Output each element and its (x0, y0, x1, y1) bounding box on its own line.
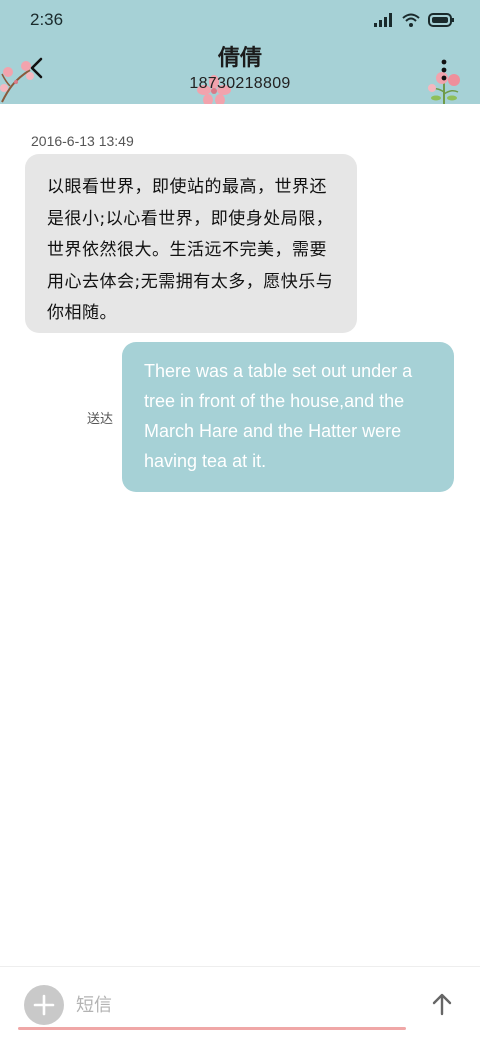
attach-button[interactable] (24, 985, 64, 1025)
outgoing-message-bubble[interactable]: There was a table set out under a tree i… (122, 342, 454, 492)
send-arrow-up-icon (432, 993, 452, 1016)
contact-title: 倩倩 18730218809 (0, 44, 480, 94)
incoming-message-bubble[interactable]: 以眼看世界，即使站的最高，世界还是很小;以心看世界，即使身处局限，世界依然很大。… (25, 154, 357, 333)
message-list[interactable]: 2016-6-13 13:49 以眼看世界，即使站的最高，世界还是很小;以心看世… (0, 104, 480, 966)
wifi-icon (402, 13, 420, 27)
signal-icon (374, 13, 392, 27)
send-button[interactable] (428, 991, 456, 1019)
contact-phone: 18730218809 (189, 75, 291, 92)
input-underline (18, 1027, 406, 1030)
message-input[interactable] (76, 989, 396, 1021)
status-time: 2:36 (30, 10, 64, 29)
outgoing-message-text: There was a table set out under a tree i… (144, 361, 413, 471)
incoming-message-text: 以眼看世界，即使站的最高，世界还是很小;以心看世界，即使身处局限，世界依然很大。… (47, 177, 334, 323)
more-options-button[interactable] (436, 58, 452, 88)
delivery-status: 送达 (87, 412, 114, 427)
status-bar: 2:36 (0, 0, 480, 40)
message-composer (0, 966, 480, 1040)
messaging-screen: 2:36 倩倩 18730218809 2016-6-13 13:49 以眼看世… (0, 0, 480, 1040)
chat-header: 2:36 倩倩 18730218809 (0, 0, 480, 104)
message-timestamp: 2016-6-13 13:49 (31, 133, 134, 149)
battery-icon (428, 13, 454, 27)
plus-icon (33, 994, 55, 1016)
more-vertical-icon (441, 59, 447, 81)
contact-name: 倩倩 (217, 46, 262, 71)
status-icons (374, 10, 454, 30)
